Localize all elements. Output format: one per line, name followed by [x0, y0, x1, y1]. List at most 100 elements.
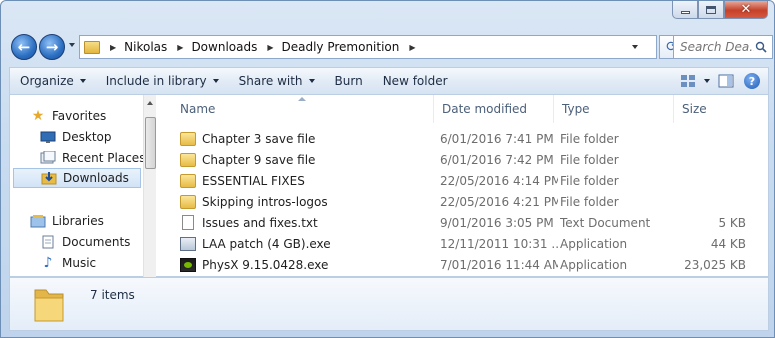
file-row[interactable]: PhysX 9.15.0428.exe 7/01/2016 11:44 AM A…: [158, 254, 758, 275]
maximize-button[interactable]: [698, 1, 724, 19]
close-button[interactable]: ✕: [724, 1, 768, 19]
window-controls: ✕: [672, 1, 768, 19]
nav-item-desktop[interactable]: Desktop: [40, 127, 112, 147]
search-box[interactable]: [673, 35, 773, 59]
file-name-cell: ESSENTIAL FIXES: [180, 170, 432, 191]
help-icon: ?: [744, 73, 760, 89]
share-with-label: Share with: [238, 74, 303, 88]
main-content: ★ Favorites Desktop Recent Places Downlo…: [9, 95, 769, 277]
item-count: 7 items: [90, 288, 135, 302]
file-name: Issues and fixes.txt: [202, 215, 318, 230]
folder-icon: [180, 152, 196, 167]
burn-button[interactable]: Burn: [325, 68, 373, 94]
documents-icon: [40, 235, 56, 249]
file-row[interactable]: Skipping intros-logos 22/05/2016 4:21 PM…: [158, 191, 758, 212]
maximize-icon: [706, 5, 716, 14]
chevron-right-icon[interactable]: ▶: [110, 43, 116, 52]
file-name: PhysX 9.15.0428.exe: [202, 257, 329, 272]
file-type: Application: [560, 257, 628, 272]
file-name-cell: LAA patch (4 GB).exe: [180, 233, 432, 254]
back-arrow-icon: ←: [17, 38, 31, 56]
column-size-label: Size: [682, 102, 707, 116]
nav-item-label: Music: [62, 256, 97, 270]
view-options-dropdown[interactable]: [704, 79, 710, 83]
organize-button[interactable]: Organize: [10, 68, 96, 94]
nav-item-label: Recent Places: [62, 151, 146, 165]
file-type: File folder: [560, 194, 619, 209]
nav-item-music[interactable]: ♪ Music: [40, 253, 97, 273]
breadcrumb-nikolas[interactable]: Nikolas: [124, 40, 167, 54]
file-size: 5 KB: [718, 215, 746, 230]
folder-icon: [180, 131, 196, 146]
nav-favorites[interactable]: ★ Favorites: [30, 106, 107, 126]
file-name: LAA patch (4 GB).exe: [202, 236, 331, 251]
scroll-up-icon[interactable]: [147, 101, 153, 105]
nav-item-label: Documents: [62, 235, 131, 249]
chevron-down-icon: [212, 79, 219, 83]
nav-item-label: Desktop: [62, 130, 112, 144]
address-history-dropdown[interactable]: [632, 45, 638, 49]
breadcrumb-deadly-premonition[interactable]: Deadly Premonition: [282, 40, 400, 54]
chevron-right-icon[interactable]: ▶: [267, 43, 273, 52]
music-icon: ♪: [43, 255, 53, 271]
close-icon: ✕: [740, 2, 752, 17]
column-date-modified[interactable]: Date modified: [434, 95, 554, 123]
folder-icon: [84, 40, 100, 54]
file-name-cell: Skipping intros-logos: [180, 191, 432, 212]
recent-pages-dropdown[interactable]: [69, 43, 75, 47]
column-name[interactable]: Name: [172, 95, 434, 123]
navigation-scrollbar[interactable]: [143, 95, 156, 277]
details-pane: 7 items: [9, 277, 769, 331]
file-size: [678, 149, 746, 170]
nav-item-downloads[interactable]: Downloads: [13, 168, 141, 188]
file-list: Name Date modified Type Size Chapter 3 s…: [158, 95, 770, 277]
nav-item-documents[interactable]: Documents: [40, 232, 130, 252]
column-date-label: Date modified: [442, 102, 528, 116]
file-row[interactable]: Issues and fixes.txt 9/01/2016 3:05 PM T…: [158, 212, 758, 233]
column-name-label: Name: [180, 102, 216, 116]
share-with-button[interactable]: Share with: [229, 68, 325, 94]
scrollbar-thumb[interactable]: [145, 117, 156, 169]
file-row[interactable]: Chapter 9 save file 6/01/2016 7:42 PM Fi…: [158, 149, 758, 170]
toolbar-right: ?: [678, 68, 762, 94]
forward-button[interactable]: →: [39, 34, 65, 60]
back-button[interactable]: ←: [11, 34, 37, 60]
explorer-window: ✕ ← → ▶ Nikolas ▶ Downloads ▶ Deadly Pre…: [0, 0, 775, 338]
address-bar[interactable]: ▶ Nikolas ▶ Downloads ▶ Deadly Premoniti…: [79, 35, 657, 59]
nav-item-label: Downloads: [63, 171, 129, 185]
column-type-label: Type: [562, 102, 590, 116]
change-view-button[interactable]: [678, 72, 698, 90]
libraries-icon: [30, 214, 46, 228]
preview-pane-button[interactable]: [716, 72, 736, 90]
file-date: 6/01/2016 7:42 PM: [440, 152, 554, 167]
file-name-cell: Chapter 3 save file: [180, 128, 432, 149]
minimize-icon: [680, 11, 690, 14]
file-row[interactable]: LAA patch (4 GB).exe 12/11/2011 10:31 ..…: [158, 233, 758, 254]
nav-item-recent-places[interactable]: Recent Places: [40, 148, 145, 168]
file-name: Chapter 9 save file: [202, 152, 316, 167]
view-icon: [681, 75, 695, 87]
column-type[interactable]: Type: [554, 95, 674, 123]
include-in-library-button[interactable]: Include in library: [96, 68, 229, 94]
application-icon: [180, 236, 196, 251]
file-name: ESSENTIAL FIXES: [202, 173, 305, 188]
file-type: Text Document: [560, 215, 651, 230]
file-row[interactable]: Chapter 3 save file 6/01/2016 7:41 PM Fi…: [158, 128, 758, 149]
chevron-down-icon: [308, 79, 315, 83]
help-button[interactable]: ?: [742, 72, 762, 90]
nav-libraries[interactable]: Libraries: [30, 211, 104, 231]
search-icon: [755, 41, 767, 53]
file-row[interactable]: ESSENTIAL FIXES 22/05/2016 4:14 PM File …: [158, 170, 758, 191]
new-folder-button[interactable]: New folder: [373, 68, 458, 94]
search-input[interactable]: [680, 40, 754, 54]
minimize-button[interactable]: [672, 1, 698, 19]
file-type: Application: [560, 236, 628, 251]
folder-icon: [180, 173, 196, 188]
column-size[interactable]: Size: [674, 95, 758, 123]
chevron-right-icon[interactable]: ▶: [177, 43, 183, 52]
file-size: [678, 191, 746, 212]
desktop-icon: [40, 130, 56, 144]
chevron-right-icon[interactable]: ▶: [409, 43, 415, 52]
navigation-pane: ★ Favorites Desktop Recent Places Downlo…: [10, 95, 156, 277]
breadcrumb-downloads[interactable]: Downloads: [191, 40, 257, 54]
